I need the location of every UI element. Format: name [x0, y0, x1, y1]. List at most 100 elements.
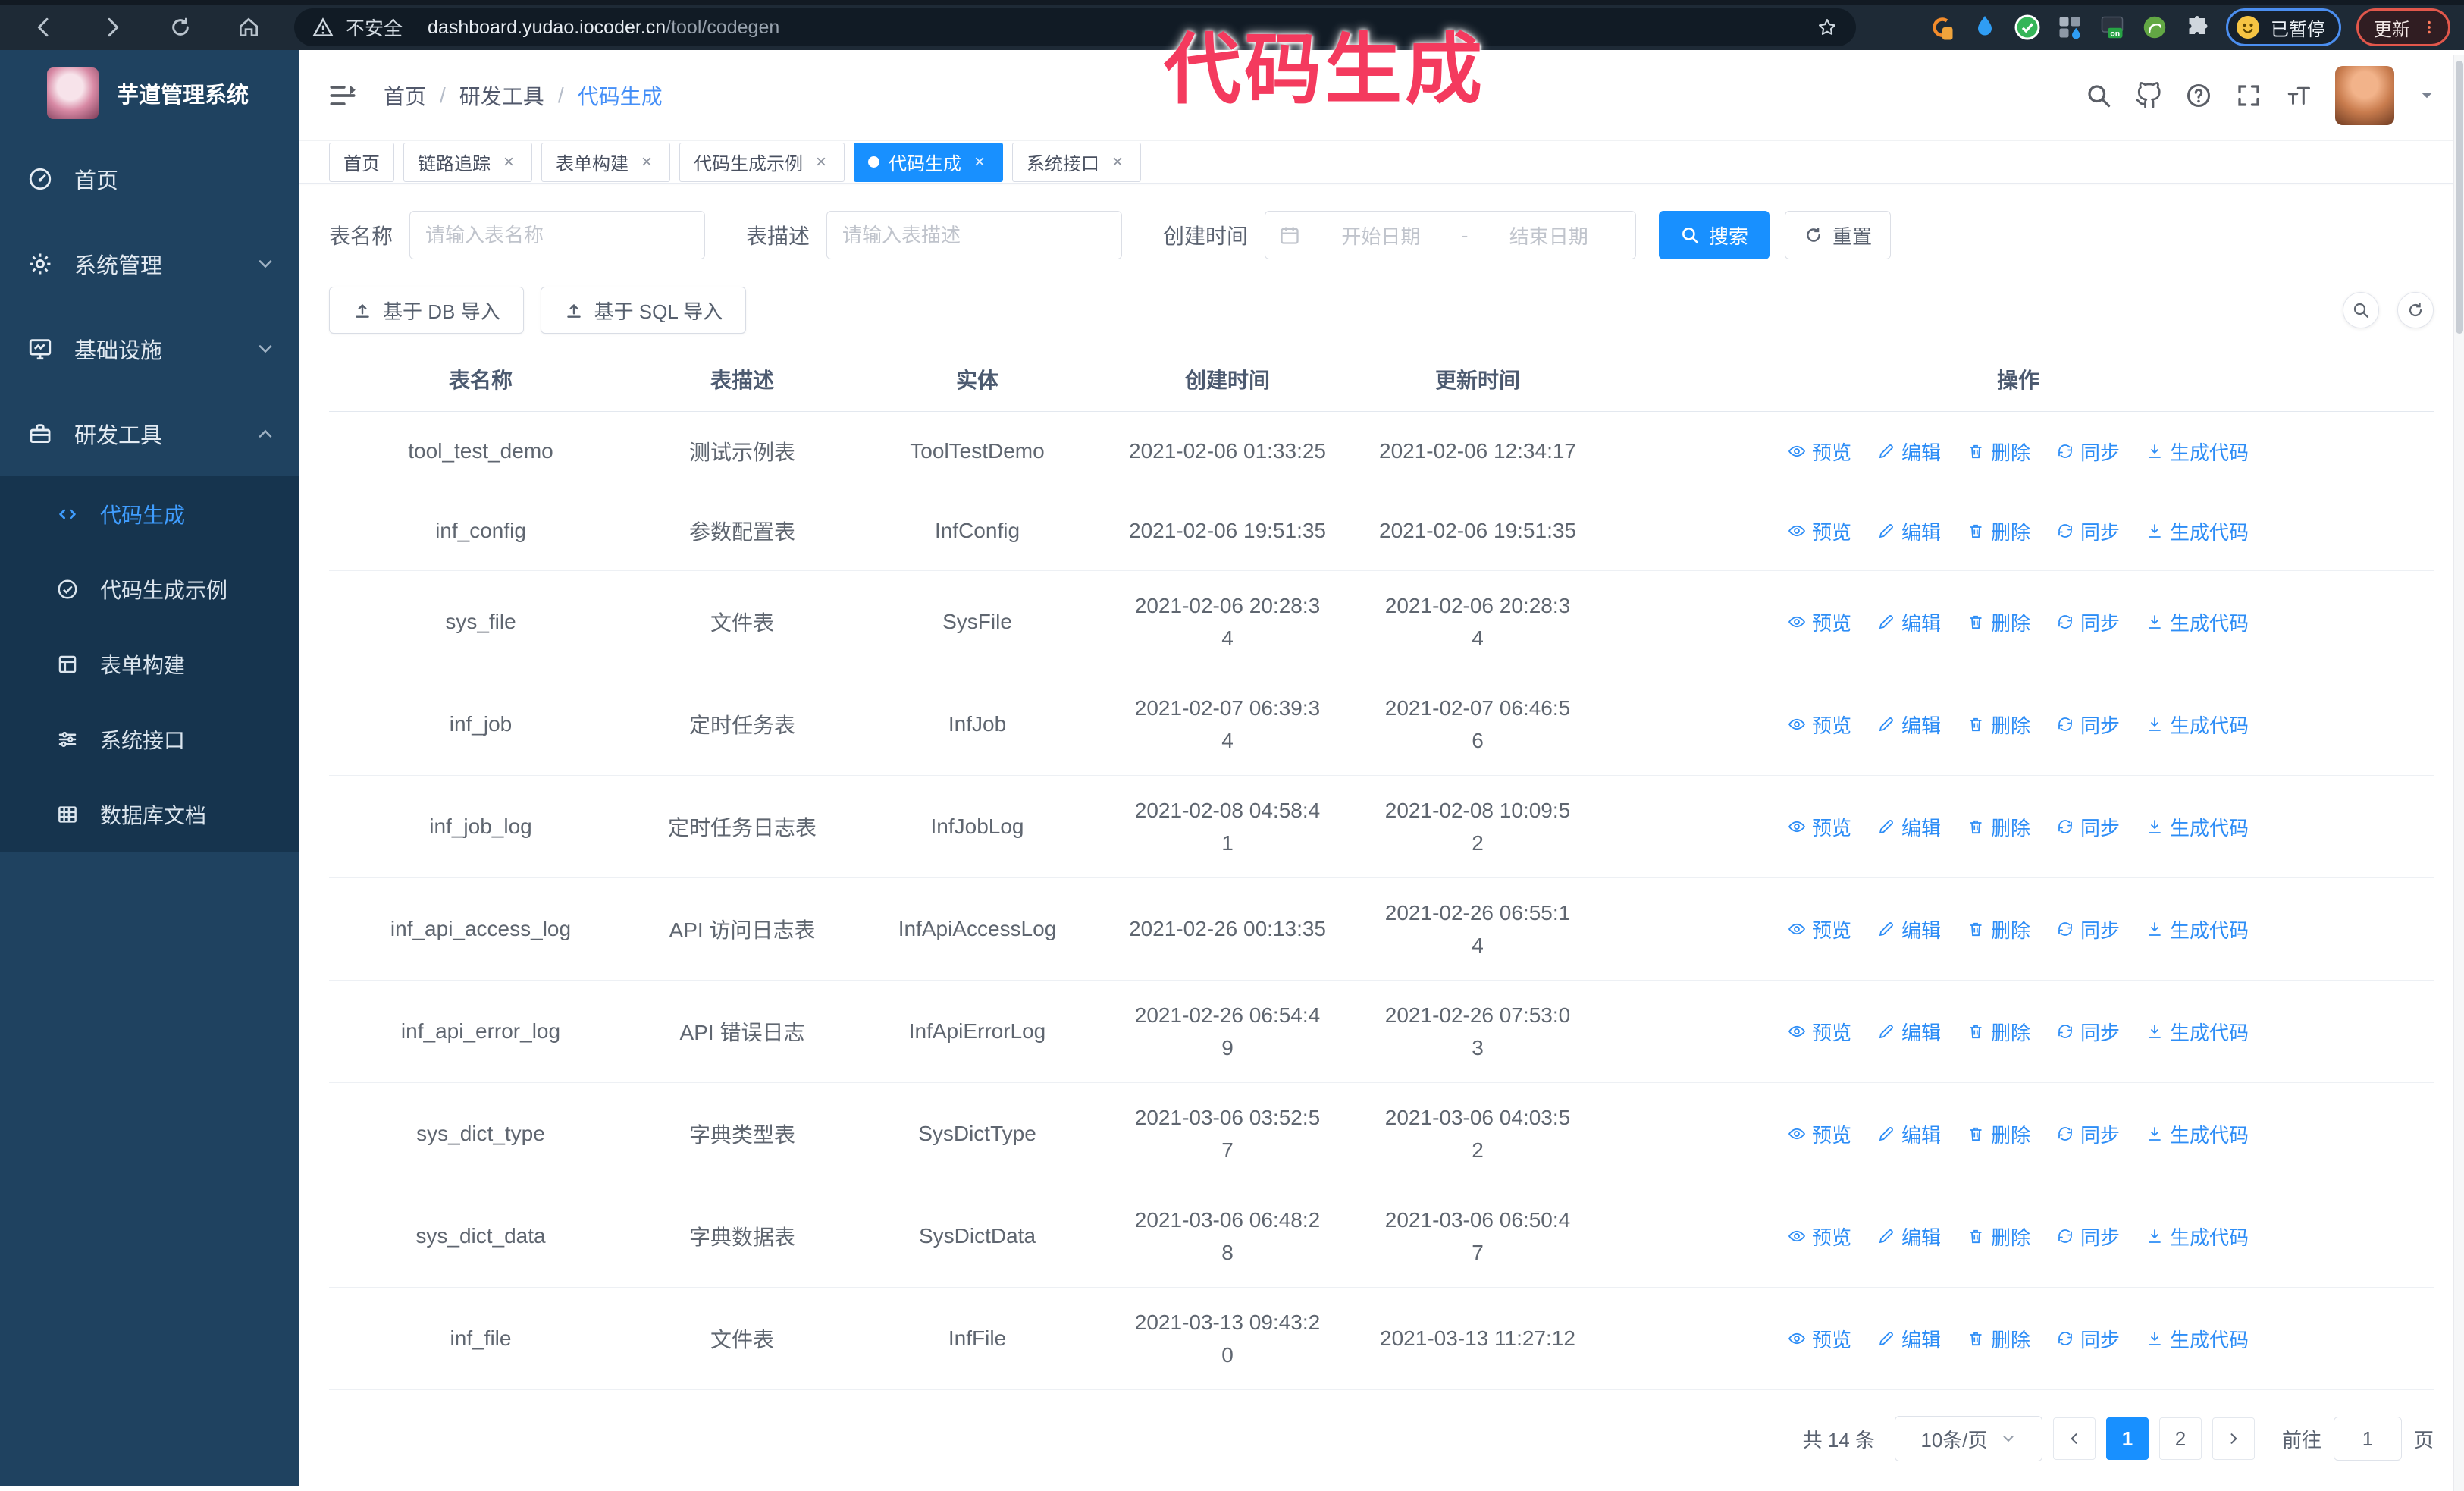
sync-link[interactable]: 同步: [2056, 1223, 2120, 1251]
toggle-search-button[interactable]: [2343, 292, 2379, 328]
delete-link[interactable]: 删除: [1967, 517, 2030, 545]
delete-link[interactable]: 删除: [1967, 438, 2030, 466]
date-range-picker[interactable]: 开始日期 - 结束日期: [1265, 211, 1637, 259]
tab-system-api[interactable]: 系统接口: [1012, 142, 1141, 182]
import-sql-button[interactable]: 基于 SQL 导入: [540, 287, 747, 334]
edit-link[interactable]: 编辑: [1877, 711, 1941, 739]
sync-link[interactable]: 同步: [2056, 813, 2120, 841]
sidebar-subitem-codegen[interactable]: 代码生成: [0, 476, 299, 551]
sidebar-item-home[interactable]: 首页: [0, 137, 299, 221]
refresh-table-button[interactable]: [2397, 292, 2434, 328]
tab-trace[interactable]: 链路追踪: [403, 142, 532, 182]
sidebar-item-infra[interactable]: 基础设施: [0, 306, 299, 391]
delete-link[interactable]: 删除: [1967, 1120, 2030, 1148]
edit-link[interactable]: 编辑: [1877, 1018, 1941, 1046]
preview-link[interactable]: 预览: [1788, 915, 1851, 943]
preview-link[interactable]: 预览: [1788, 517, 1851, 545]
generate-code-link[interactable]: 生成代码: [2146, 813, 2249, 841]
preview-link[interactable]: 预览: [1788, 608, 1851, 636]
delete-link[interactable]: 删除: [1967, 1223, 2030, 1251]
avatar[interactable]: [2335, 65, 2394, 125]
edit-link[interactable]: 编辑: [1877, 1223, 1941, 1251]
home-button[interactable]: [218, 8, 279, 47]
breadcrumb-item[interactable]: 首页: [384, 80, 426, 111]
preview-link[interactable]: 预览: [1788, 1325, 1851, 1353]
update-button[interactable]: 更新: [2356, 8, 2450, 46]
preview-link[interactable]: 预览: [1788, 711, 1851, 739]
sidebar-subitem-codegen-example[interactable]: 代码生成示例: [0, 551, 299, 626]
back-button[interactable]: [14, 8, 74, 47]
fullscreen-icon[interactable]: [2235, 82, 2262, 109]
generate-code-link[interactable]: 生成代码: [2146, 438, 2249, 466]
hamburger-button[interactable]: [326, 79, 359, 112]
tab-codegen[interactable]: 代码生成: [854, 142, 1003, 182]
close-icon[interactable]: [1108, 152, 1127, 173]
sync-link[interactable]: 同步: [2056, 1325, 2120, 1353]
close-icon[interactable]: [500, 152, 518, 173]
prev-page-button[interactable]: [2052, 1417, 2096, 1460]
preview-link[interactable]: 预览: [1788, 1223, 1851, 1251]
generate-code-link[interactable]: 生成代码: [2146, 1120, 2249, 1148]
edit-link[interactable]: 编辑: [1877, 1325, 1941, 1353]
scrollbar[interactable]: [2453, 55, 2464, 1491]
preview-link[interactable]: 预览: [1788, 1120, 1851, 1148]
extension-icon-6[interactable]: [2141, 14, 2168, 41]
reset-button[interactable]: 重置: [1785, 211, 1892, 259]
security-label[interactable]: 不安全: [346, 14, 403, 41]
generate-code-link[interactable]: 生成代码: [2146, 1018, 2249, 1046]
delete-link[interactable]: 删除: [1967, 1325, 2030, 1353]
edit-link[interactable]: 编辑: [1877, 608, 1941, 636]
help-icon[interactable]: [2185, 82, 2212, 109]
page-size-select[interactable]: 10条/页: [1894, 1416, 2042, 1461]
reload-button[interactable]: [150, 8, 211, 47]
table-name-input[interactable]: [409, 211, 706, 259]
sync-link[interactable]: 同步: [2056, 438, 2120, 466]
generate-code-link[interactable]: 生成代码: [2146, 1325, 2249, 1353]
tab-form-builder[interactable]: 表单构建: [541, 142, 670, 182]
breadcrumb-item[interactable]: 研发工具: [459, 80, 544, 111]
bookmark-star-icon[interactable]: [1817, 17, 1838, 38]
profile-chip[interactable]: 已暂停: [2226, 8, 2341, 46]
edit-link[interactable]: 编辑: [1877, 517, 1941, 545]
extension-icon-3[interactable]: [2014, 14, 2041, 41]
scrollbar-thumb[interactable]: [2456, 61, 2463, 334]
close-icon[interactable]: [970, 152, 989, 173]
extensions-puzzle-icon[interactable]: [2183, 14, 2211, 41]
end-date-placeholder[interactable]: 结束日期: [1475, 221, 1622, 250]
generate-code-link[interactable]: 生成代码: [2146, 915, 2249, 943]
delete-link[interactable]: 删除: [1967, 608, 2030, 636]
generate-code-link[interactable]: 生成代码: [2146, 608, 2249, 636]
sidebar-item-system[interactable]: 系统管理: [0, 221, 299, 306]
sync-link[interactable]: 同步: [2056, 517, 2120, 545]
generate-code-link[interactable]: 生成代码: [2146, 711, 2249, 739]
app-logo[interactable]: 芋道管理系统: [0, 50, 299, 137]
generate-code-link[interactable]: 生成代码: [2146, 517, 2249, 545]
extension-icon-5[interactable]: on: [2099, 14, 2126, 41]
address-bar[interactable]: 不安全 dashboard.yudao.iocoder.cn/tool/code…: [294, 8, 1856, 46]
preview-link[interactable]: 预览: [1788, 1018, 1851, 1046]
sync-link[interactable]: 同步: [2056, 711, 2120, 739]
sidebar-subitem-system-api[interactable]: 系统接口: [0, 702, 299, 777]
edit-link[interactable]: 编辑: [1877, 438, 1941, 466]
sidebar-subitem-form-builder[interactable]: 表单构建: [0, 626, 299, 702]
forward-button[interactable]: [82, 8, 143, 47]
search-icon[interactable]: [2085, 82, 2112, 109]
chevron-down-icon[interactable]: [2417, 86, 2437, 105]
table-desc-input[interactable]: [826, 211, 1123, 259]
import-db-button[interactable]: 基于 DB 导入: [329, 287, 524, 334]
close-icon[interactable]: [638, 152, 656, 173]
kebab-menu-icon[interactable]: [2421, 19, 2437, 36]
delete-link[interactable]: 删除: [1967, 1018, 2030, 1046]
edit-link[interactable]: 编辑: [1877, 813, 1941, 841]
start-date-placeholder[interactable]: 开始日期: [1308, 221, 1454, 250]
sync-link[interactable]: 同步: [2056, 1018, 2120, 1046]
sync-link[interactable]: 同步: [2056, 1120, 2120, 1148]
close-icon[interactable]: [812, 152, 830, 173]
next-page-button[interactable]: [2212, 1417, 2255, 1460]
sync-link[interactable]: 同步: [2056, 608, 2120, 636]
edit-link[interactable]: 编辑: [1877, 915, 1941, 943]
page-button-1[interactable]: 1: [2105, 1417, 2149, 1460]
generate-code-link[interactable]: 生成代码: [2146, 1223, 2249, 1251]
url-text[interactable]: dashboard.yudao.iocoder.cn/tool/codegen: [428, 17, 1804, 39]
delete-link[interactable]: 删除: [1967, 915, 2030, 943]
